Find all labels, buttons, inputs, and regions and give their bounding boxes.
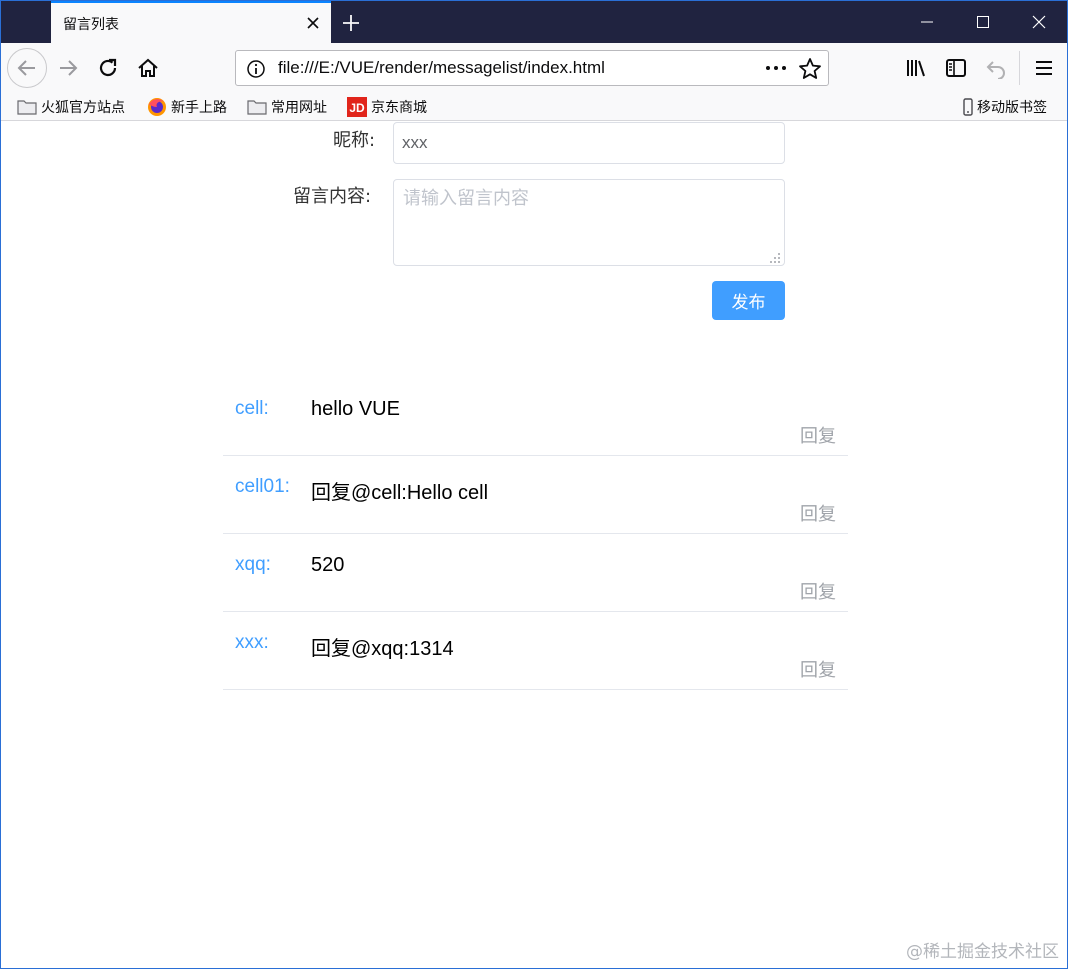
bookmark-item-getting-started[interactable]: 新手上路 <box>147 96 227 118</box>
reload-button[interactable] <box>92 52 124 84</box>
close-window-icon[interactable] <box>1011 1 1067 43</box>
library-button[interactable] <box>900 52 932 84</box>
tab-active[interactable]: 留言列表 <box>51 1 331 43</box>
close-tab-icon[interactable] <box>303 13 323 33</box>
message-user: cell: <box>235 398 269 419</box>
mobile-bookmarks-label: 移动版书签 <box>977 100 1047 116</box>
undo-icon <box>986 61 1005 79</box>
page-content: 昵称: 留言内容: 发布 cell: hello VUE 回复 cell01: … <box>1 122 1067 968</box>
reply-button[interactable]: 回复 <box>800 422 836 448</box>
svg-text:JD: JD <box>349 101 365 115</box>
title-bar: 留言列表 <box>1 1 1067 43</box>
list-item: xqq: 520 回复 <box>223 534 848 612</box>
watermark: @稀土掘金技术社区 <box>906 942 1059 962</box>
list-item: xxx: 回复@xqq:1314 回复 <box>223 612 848 690</box>
nickname-label: 昵称: <box>333 130 376 151</box>
mobile-bookmarks[interactable]: 移动版书签 <box>963 96 1047 118</box>
jd-icon: JD <box>347 97 367 117</box>
reply-button[interactable]: 回复 <box>800 656 836 682</box>
maximize-icon[interactable] <box>955 1 1011 43</box>
undo-close-button[interactable] <box>980 52 1012 84</box>
mobile-phone-icon <box>963 98 973 116</box>
message-user: xxx: <box>235 632 269 653</box>
bookmark-item-jd[interactable]: JD 京东商城 <box>347 96 427 118</box>
list-item: cell01: 回复@cell:Hello cell 回复 <box>223 456 848 534</box>
back-button[interactable] <box>7 48 47 88</box>
page-actions-icon[interactable] <box>764 58 788 78</box>
address-bar[interactable]: file:///E:/VUE/render/messagelist/index.… <box>235 50 829 86</box>
sidebar-icon <box>946 59 966 77</box>
back-arrow-icon <box>17 60 35 76</box>
forward-arrow-icon <box>60 60 78 76</box>
bookmarks-toolbar: 火狐官方站点 新手上路 常用网址 JD 京东商城 移动版书签 <box>1 93 1067 121</box>
message-text: 回复@cell:Hello cell <box>311 482 489 504</box>
bookmark-label: 火狐官方站点 <box>41 100 125 116</box>
minimize-icon[interactable] <box>899 1 955 43</box>
message-user: xqq: <box>235 554 271 575</box>
url-text[interactable]: file:///E:/VUE/render/messagelist/index.… <box>278 58 605 78</box>
browser-window: 留言列表 file:///E:/VUE/render/messagelist/i… <box>0 0 1068 969</box>
resize-grip-icon[interactable] <box>769 252 781 264</box>
sidebar-button[interactable] <box>940 52 972 84</box>
list-item: cell: hello VUE 回复 <box>223 378 848 456</box>
message-text: hello VUE <box>311 398 400 420</box>
message-text: 回复@xqq:1314 <box>311 638 454 660</box>
message-user: cell01: <box>235 476 290 497</box>
reply-button[interactable]: 回复 <box>800 500 836 526</box>
reply-button[interactable]: 回复 <box>800 578 836 604</box>
bookmark-item-firefox-site[interactable]: 火狐官方站点 <box>17 96 125 118</box>
info-icon[interactable] <box>246 59 266 79</box>
nickname-input[interactable] <box>393 122 785 164</box>
bookmark-item-common-sites[interactable]: 常用网址 <box>247 96 327 118</box>
new-tab-icon[interactable] <box>337 9 365 37</box>
toolbar-divider <box>1019 51 1020 85</box>
home-icon <box>138 58 158 77</box>
navigation-toolbar: file:///E:/VUE/render/messagelist/index.… <box>1 43 1067 93</box>
hamburger-menu-icon <box>1036 61 1052 75</box>
menu-button[interactable] <box>1028 52 1060 84</box>
content-textarea[interactable] <box>393 179 785 266</box>
firefox-icon <box>148 98 166 116</box>
bookmark-label: 京东商城 <box>371 100 427 116</box>
tab-title: 留言列表 <box>63 17 119 33</box>
folder-icon <box>17 100 37 115</box>
library-icon <box>907 60 925 77</box>
bookmark-label: 常用网址 <box>271 100 327 116</box>
message-text: 520 <box>311 554 345 576</box>
folder-icon <box>247 100 267 115</box>
reload-icon <box>99 58 117 77</box>
message-list: cell: hello VUE 回复 cell01: 回复@cell:Hello… <box>223 378 848 690</box>
home-button[interactable] <box>132 52 164 84</box>
bookmark-star-icon[interactable] <box>798 57 822 81</box>
content-label: 留言内容: <box>293 186 372 207</box>
bookmark-label: 新手上路 <box>171 100 227 116</box>
forward-button[interactable] <box>52 52 84 84</box>
publish-button[interactable]: 发布 <box>712 281 785 320</box>
